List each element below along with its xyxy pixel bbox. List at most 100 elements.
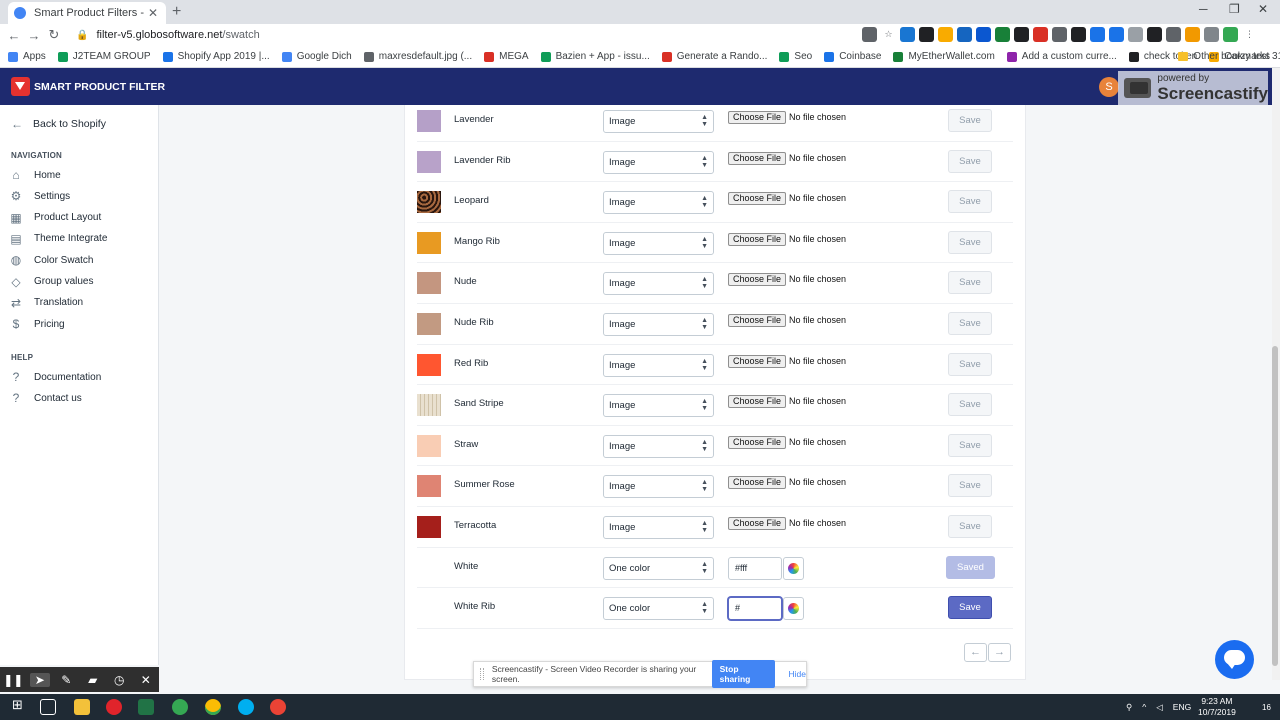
bookmark-item[interactable]: Add a custom curre... — [1006, 51, 1117, 62]
translate-icon[interactable] — [862, 27, 877, 42]
forward-arrow-icon[interactable]: → — [24, 28, 44, 43]
back-arrow-icon[interactable]: ← — [4, 28, 24, 43]
maximize-icon[interactable]: ❐ — [1229, 2, 1240, 16]
minimize-icon[interactable]: ─ — [1199, 2, 1208, 16]
swatch-type-select[interactable]: Image ▲ ▼ — [603, 150, 714, 174]
people-icon[interactable]: ⚲ — [1126, 702, 1132, 713]
swatch-type-select[interactable]: Image ▲ ▼ — [603, 231, 714, 255]
save-button[interactable]: Save — [948, 352, 992, 376]
url-field[interactable]: 🔒 filter-v5.globosoftware.net /swatch — [76, 26, 876, 44]
save-button[interactable]: Save — [948, 474, 992, 498]
swatch-type-select[interactable]: Image ▲ ▼ — [603, 394, 714, 418]
extension-icon[interactable] — [1014, 27, 1029, 42]
bookmark-item[interactable]: Bazien + App - issu... — [540, 51, 650, 62]
choose-file-button[interactable]: Choose File — [728, 395, 787, 409]
new-tab-button[interactable]: + — [172, 3, 181, 21]
choose-file-button[interactable]: Choose File — [728, 192, 787, 206]
extension-icon[interactable] — [1033, 27, 1048, 42]
sidebar-item-contact-us[interactable]: ? Contact us — [9, 391, 82, 405]
excel-icon[interactable] — [138, 699, 154, 715]
app-logo[interactable]: SMART PRODUCT FILTER — [11, 77, 165, 96]
save-button[interactable]: Save — [948, 393, 992, 417]
timer-icon[interactable]: ◷ — [109, 673, 129, 687]
sidebar-item-settings[interactable]: ⚙ Settings — [9, 189, 71, 203]
choose-file-button[interactable]: Choose File — [728, 354, 787, 368]
bookmark-item[interactable]: J2TEAM GROUP — [57, 51, 151, 62]
save-button[interactable]: Save — [948, 230, 992, 254]
save-button[interactable]: Save — [948, 271, 992, 295]
star-icon[interactable]: ☆ — [881, 27, 896, 42]
choose-file-button[interactable]: Choose File — [728, 151, 787, 165]
bookmark-item[interactable]: MyEtherWallet.com — [893, 51, 995, 62]
sidebar-item-home[interactable]: ⌂ Home — [9, 168, 60, 182]
extension-icon[interactable] — [1090, 27, 1105, 42]
extension-icon[interactable] — [976, 27, 991, 42]
swatch-type-select[interactable]: Image ▲ ▼ — [603, 434, 714, 458]
chrome-icon[interactable] — [270, 699, 286, 715]
save-button[interactable]: Save — [948, 312, 992, 335]
extension-icon[interactable] — [919, 27, 934, 42]
notification-count[interactable]: 16 — [1262, 694, 1271, 720]
pause-icon[interactable]: ❚❚ — [3, 673, 23, 687]
saved-button[interactable]: Saved — [946, 555, 995, 579]
color-wheel-icon[interactable] — [783, 556, 804, 580]
next-page-button[interactable]: → — [988, 643, 1011, 662]
choose-file-button[interactable]: Choose File — [728, 476, 787, 490]
scrollbar-thumb[interactable] — [1272, 346, 1278, 666]
swatch-type-select[interactable]: One color ▲ ▼ — [603, 556, 714, 580]
file-explorer-icon[interactable] — [74, 699, 90, 715]
extension-icon[interactable] — [900, 27, 915, 42]
bookmark-item[interactable]: Google Dich — [281, 51, 352, 62]
extension-icon[interactable] — [1204, 27, 1219, 42]
browser-tab[interactable]: Smart Product Filters - Globo So ✕ — [8, 2, 166, 24]
choose-file-button[interactable]: Choose File — [728, 314, 787, 327]
sidebar-item-translation[interactable]: ⇄ Translation — [9, 296, 83, 310]
sidebar-item-group-values[interactable]: ◇ Group values — [9, 275, 93, 289]
stop-sharing-button[interactable]: Stop sharing — [711, 660, 775, 688]
hex-color-input[interactable]: # — [728, 597, 782, 621]
chat-bubble-icon[interactable] — [1215, 640, 1254, 679]
hide-button[interactable]: Hide — [789, 669, 806, 679]
save-button[interactable]: Save — [948, 433, 992, 457]
drag-handle-icon[interactable] — [480, 668, 484, 680]
swatch-type-select[interactable]: Image ▲ ▼ — [603, 191, 714, 215]
cursor-icon[interactable]: ➤ — [29, 672, 50, 687]
choose-file-button[interactable]: Choose File — [728, 435, 787, 449]
choose-file-button[interactable]: Choose File — [728, 232, 787, 246]
swatch-type-select[interactable]: Image ▲ ▼ — [603, 313, 714, 336]
bookmark-item[interactable]: Seo — [779, 51, 812, 62]
opera-icon[interactable] — [106, 699, 122, 715]
swatch-type-select[interactable]: Image ▲ ▼ — [603, 272, 714, 296]
bookmark-item[interactable]: Apps — [8, 51, 46, 62]
close-toolbar-icon[interactable]: ✕ — [136, 673, 156, 687]
bookmark-item[interactable]: Coinbase — [824, 51, 881, 62]
profile-avatar-icon[interactable] — [1223, 27, 1238, 42]
sidebar-item-pricing[interactable]: $ Pricing — [9, 317, 65, 331]
window-close-icon[interactable]: ✕ — [1258, 2, 1268, 16]
windows-start-icon[interactable]: ⊞ — [12, 697, 28, 713]
bookmark-item[interactable]: Generate a Rando... — [661, 51, 767, 62]
swatch-type-select[interactable]: Image ▲ ▼ — [603, 475, 714, 499]
extension-icon[interactable] — [1147, 27, 1162, 42]
chevron-up-icon[interactable]: ^ — [1142, 702, 1146, 712]
close-tab-icon[interactable]: ✕ — [146, 6, 160, 20]
extension-icon[interactable] — [1185, 27, 1200, 42]
save-button[interactable]: Save — [948, 149, 992, 173]
bookmark-item[interactable]: MEGA — [484, 51, 529, 62]
sidebar-item-color-swatch[interactable]: ◍ Color Swatch — [9, 253, 94, 267]
sidebar-item-product-layout[interactable]: ▦ Product Layout — [9, 211, 101, 225]
app-icon[interactable] — [172, 699, 188, 715]
sidebar-item-documentation[interactable]: ? Documentation — [9, 370, 102, 384]
extension-icon[interactable] — [938, 27, 953, 42]
extension-icon[interactable] — [1071, 27, 1086, 42]
color-wheel-icon[interactable] — [783, 597, 804, 621]
volume-icon[interactable]: ◁ — [1156, 702, 1163, 713]
save-button[interactable]: Save — [948, 109, 992, 132]
save-button[interactable]: Save — [948, 190, 992, 214]
language-indicator[interactable]: ENG — [1173, 702, 1191, 712]
chrome-icon[interactable] — [205, 699, 221, 715]
choose-file-button[interactable]: Choose File — [728, 517, 787, 530]
swatch-type-select[interactable]: One color ▲ ▼ — [603, 597, 714, 621]
swatch-type-select[interactable]: Image ▲ ▼ — [603, 110, 714, 133]
extension-icon[interactable] — [1052, 27, 1067, 42]
